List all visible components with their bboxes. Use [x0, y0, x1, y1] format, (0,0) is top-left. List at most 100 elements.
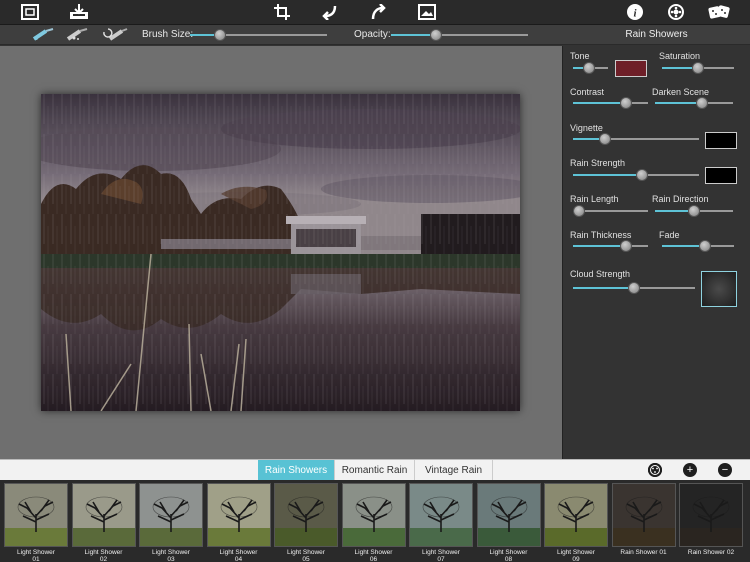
add-preset-icon[interactable]: +: [683, 463, 697, 477]
preset-thumbnail[interactable]: Light Shower 01: [4, 483, 68, 562]
preset-thumbnail[interactable]: Rain Shower 01: [611, 483, 676, 561]
slider-knob[interactable]: [692, 62, 704, 74]
brush-toolbar: Brush Size: Opacity:: [0, 25, 563, 45]
darken-scene-label: Darken Scene: [652, 87, 710, 97]
slider-knob[interactable]: [619, 240, 632, 252]
preset-preview-image: [611, 483, 676, 547]
slider-knob[interactable]: [699, 240, 712, 252]
preset-label: Light Shower 01: [17, 549, 55, 562]
slider-knob[interactable]: [598, 133, 611, 145]
preset-preview-image: [274, 483, 338, 547]
rain-length-slider[interactable]: [573, 205, 648, 217]
palette-icon[interactable]: [648, 463, 662, 477]
preset-label: Light Shower 04: [219, 549, 258, 562]
settings-icon[interactable]: [666, 3, 686, 21]
tone-slider[interactable]: [573, 62, 608, 74]
preset-label: Light Shower 07: [422, 549, 460, 562]
fade-label: Fade: [659, 230, 680, 240]
brush-size-slider[interactable]: [190, 29, 327, 41]
preset-thumbnail[interactable]: Light Shower 04: [206, 483, 271, 562]
remove-preset-icon[interactable]: −: [718, 463, 732, 477]
preset-label: Light Shower 05: [287, 549, 325, 562]
slider-knob[interactable]: [619, 97, 632, 109]
vignette-slider[interactable]: [573, 133, 699, 145]
vignette-label: Vignette: [570, 123, 603, 133]
tab-vintage-rain[interactable]: Vintage Rain: [415, 460, 493, 481]
undo-icon[interactable]: [320, 3, 340, 21]
saturation-slider[interactable]: [662, 62, 734, 74]
preset-preview-image: [206, 483, 271, 547]
slider-knob[interactable]: [688, 205, 700, 217]
preset-thumbnail[interactable]: Light Shower 02: [71, 483, 136, 562]
preset-label: Light Shower 02: [84, 549, 123, 562]
top-toolbar: i: [0, 0, 750, 25]
rain-color-swatch[interactable]: [705, 167, 737, 184]
preset-preview-image: [409, 483, 473, 547]
compare-icon[interactable]: [417, 3, 437, 21]
preset-thumbnail[interactable]: Light Shower 05: [274, 483, 338, 562]
cloud-strength-label: Cloud Strength: [570, 269, 631, 279]
opacity-label: Opacity:: [354, 29, 391, 40]
slider-knob[interactable]: [573, 205, 585, 217]
preset-thumbnail[interactable]: Light Shower 09: [544, 483, 608, 562]
redo-icon[interactable]: [368, 3, 388, 21]
random-icon[interactable]: [707, 3, 731, 21]
rain-thickness-label: Rain Thickness: [570, 230, 632, 240]
preset-thumbnail[interactable]: Light Shower 08: [476, 483, 541, 562]
preset-tabs: Rain Showers Romantic Rain Vintage Rain …: [0, 459, 750, 481]
rain-direction-label: Rain Direction: [652, 194, 709, 204]
slider-knob[interactable]: [695, 97, 708, 109]
preset-thumbnail[interactable]: Light Shower 06: [341, 483, 406, 562]
adjustments-panel: Tone Saturation Contrast Darken Scene Vi…: [563, 46, 750, 459]
rain-direction-slider[interactable]: [655, 205, 733, 217]
preset-preview-image: [139, 483, 203, 547]
rain-strength-label: Rain Strength: [570, 158, 626, 168]
preset-preview-image: [476, 483, 541, 547]
preset-thumbnail[interactable]: Rain Shower 02: [679, 483, 743, 561]
editing-canvas[interactable]: [0, 46, 563, 459]
preset-preview-image: [679, 483, 743, 547]
edited-photo[interactable]: [41, 94, 520, 411]
preset-thumbnail[interactable]: Light Shower 03: [139, 483, 203, 562]
fade-slider[interactable]: [662, 240, 734, 252]
preset-preview-image: [544, 483, 608, 547]
preset-preview-image: [341, 483, 406, 547]
slider-knob[interactable]: [636, 169, 649, 181]
info-icon[interactable]: i: [625, 3, 645, 21]
slider-knob[interactable]: [214, 29, 227, 41]
cloud-texture-preview[interactable]: [701, 271, 737, 307]
panel-title: Rain Showers: [563, 25, 750, 45]
save-icon[interactable]: [69, 3, 89, 21]
crop-icon[interactable]: [272, 3, 292, 21]
preset-label: Light Shower 09: [557, 549, 595, 562]
opacity-slider[interactable]: [391, 29, 528, 41]
slider-knob[interactable]: [430, 29, 443, 41]
rain-strength-slider[interactable]: [573, 169, 699, 181]
slider-knob[interactable]: [582, 62, 595, 74]
preset-label: Rain Shower 02: [687, 549, 735, 556]
preset-thumbnails: Light Shower 01 Light Shower 02 Light Show…: [0, 480, 750, 562]
rain-thickness-slider[interactable]: [573, 240, 648, 252]
brush-paint-icon[interactable]: [32, 28, 56, 41]
brush-size-label: Brush Size:: [142, 29, 194, 40]
preset-label: Light Shower 06: [354, 549, 393, 562]
darken-scene-slider[interactable]: [655, 97, 733, 109]
preset-preview-image: [71, 483, 136, 547]
cloud-strength-slider[interactable]: [573, 282, 695, 294]
tone-label: Tone: [570, 51, 590, 61]
contrast-slider[interactable]: [573, 97, 648, 109]
preset-thumbnail[interactable]: Light Shower 07: [409, 483, 473, 562]
preset-label: Rain Shower 01: [620, 549, 667, 556]
preset-preview-image: [4, 483, 68, 547]
tab-rain-showers[interactable]: Rain Showers: [258, 460, 335, 481]
vignette-color-swatch[interactable]: [705, 132, 737, 149]
brush-erase-icon[interactable]: [66, 28, 90, 41]
tone-color-swatch[interactable]: [615, 60, 647, 77]
slider-knob[interactable]: [628, 282, 640, 294]
saturation-label: Saturation: [659, 51, 701, 61]
preset-label: Light Shower 08: [489, 549, 528, 562]
contrast-label: Contrast: [570, 87, 605, 97]
brush-reset-icon[interactable]: [102, 28, 128, 41]
tab-romantic-rain[interactable]: Romantic Rain: [335, 460, 415, 481]
frame-icon[interactable]: [20, 3, 40, 21]
